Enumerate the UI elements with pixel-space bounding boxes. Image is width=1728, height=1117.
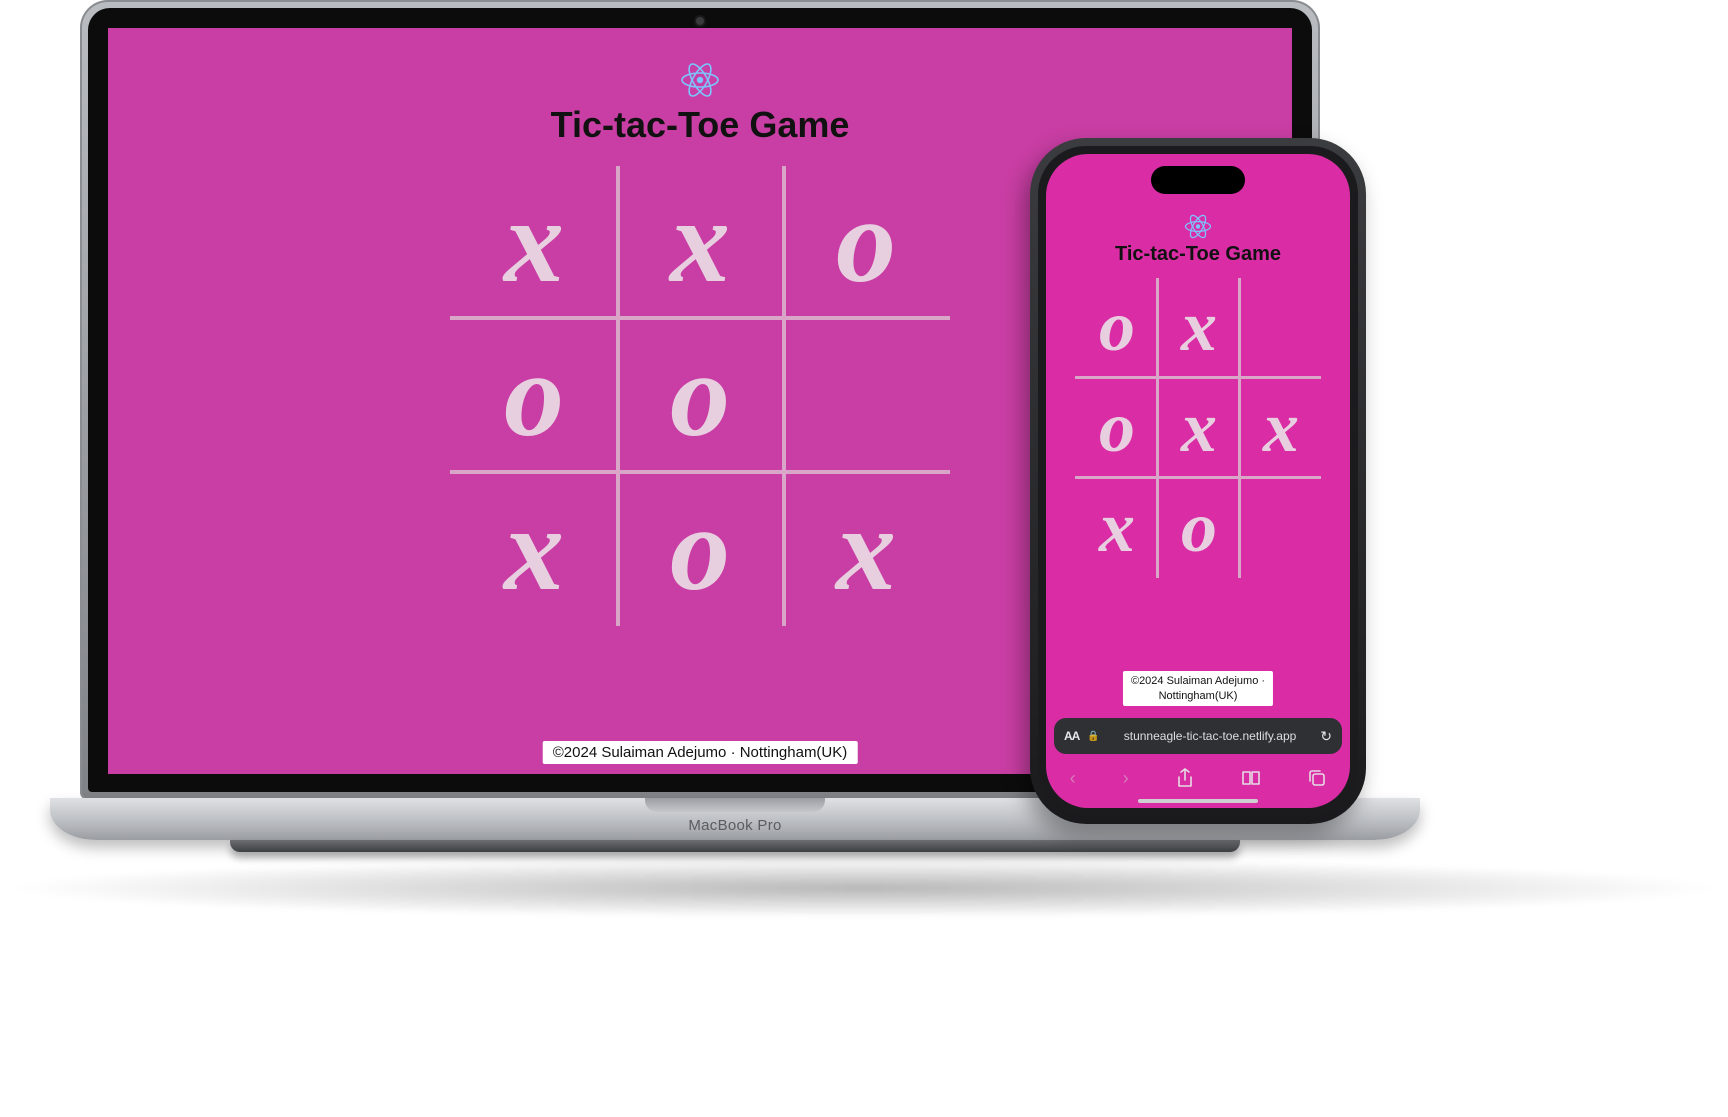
- react-logo-icon: [680, 62, 720, 98]
- text-size-button[interactable]: AA: [1064, 729, 1079, 743]
- react-logo-icon: [1184, 214, 1212, 239]
- cell-5[interactable]: x: [1241, 379, 1321, 475]
- bookmarks-button[interactable]: [1241, 770, 1261, 786]
- cell-6[interactable]: x: [1077, 479, 1157, 575]
- back-button[interactable]: ‹: [1070, 768, 1076, 789]
- cell-5[interactable]: [786, 320, 946, 470]
- game-board: o x o x x x o: [1075, 278, 1321, 578]
- page-url: stunneagle-tic-tac-toe.netlify.app: [1108, 729, 1312, 743]
- cell-1[interactable]: x: [620, 166, 780, 316]
- cell-7[interactable]: o: [620, 474, 780, 624]
- game-app-phone: Tic-tac-Toe Game o x o x x x o: [1046, 154, 1350, 712]
- cell-0[interactable]: x: [454, 166, 614, 316]
- cell-2[interactable]: o: [786, 166, 946, 316]
- reload-icon[interactable]: ↻: [1320, 728, 1332, 745]
- macbook-trackpad-notch: [645, 798, 825, 812]
- safari-address-bar[interactable]: AA 🔒 stunneagle-tic-tac-toe.netlify.app …: [1054, 718, 1342, 754]
- lock-icon: 🔒: [1087, 731, 1099, 742]
- cell-8[interactable]: [1241, 479, 1321, 575]
- cell-7[interactable]: o: [1159, 479, 1239, 575]
- safari-toolbar: ‹ ›: [1046, 758, 1350, 798]
- game-board: x x o o o x o x: [450, 166, 950, 626]
- forward-button[interactable]: ›: [1123, 768, 1129, 789]
- cell-4[interactable]: o: [620, 320, 780, 470]
- cell-3[interactable]: o: [1077, 379, 1157, 475]
- footer-line-1: ©2024 Sulaiman Adejumo ·: [1131, 675, 1265, 687]
- cell-2[interactable]: [1241, 278, 1321, 374]
- share-button[interactable]: [1176, 768, 1194, 788]
- dynamic-island: [1151, 166, 1245, 194]
- cell-6[interactable]: x: [454, 474, 614, 624]
- cell-4[interactable]: x: [1159, 379, 1239, 475]
- cell-8[interactable]: x: [786, 474, 946, 624]
- iphone-screen: Tic-tac-Toe Game o x o x x x o: [1046, 154, 1350, 808]
- tabs-button[interactable]: [1308, 769, 1326, 787]
- cell-3[interactable]: o: [454, 320, 614, 470]
- iphone-device: Tic-tac-Toe Game o x o x x x o: [1030, 138, 1366, 824]
- game-title: Tic-tac-Toe Game: [1115, 243, 1281, 266]
- iphone-frame: Tic-tac-Toe Game o x o x x x o: [1038, 146, 1358, 816]
- home-indicator[interactable]: [1138, 799, 1258, 803]
- game-title: Tic-tac-Toe Game: [551, 104, 850, 146]
- cell-1[interactable]: x: [1159, 278, 1239, 374]
- cell-0[interactable]: o: [1077, 278, 1157, 374]
- footer-line-2: Nottingham(UK): [1159, 690, 1238, 702]
- macbook-camera: [696, 17, 704, 25]
- footer-credit: ©2024 Sulaiman Adejumo · Nottingham(UK): [543, 741, 858, 764]
- macbook-foot: [230, 840, 1240, 852]
- footer-credit: ©2024 Sulaiman Adejumo · Nottingham(UK): [1123, 671, 1273, 706]
